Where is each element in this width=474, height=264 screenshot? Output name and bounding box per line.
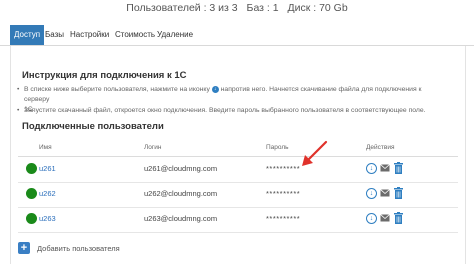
users-table-header: Имя Логин Пароль Действия bbox=[18, 142, 458, 157]
instructions-title: Инструкция для подключения к 1С bbox=[22, 70, 187, 81]
download-icon: ↓ bbox=[211, 85, 219, 93]
user-password: ********** bbox=[266, 189, 301, 198]
status-online-icon bbox=[26, 163, 37, 174]
user-password: ********** bbox=[266, 164, 301, 173]
status-online-icon bbox=[26, 213, 37, 224]
col-name: Имя bbox=[39, 144, 52, 151]
trash-icon bbox=[394, 212, 403, 224]
tab-bar: Доступ Базы Настройки Стоимость Удаление bbox=[0, 25, 474, 46]
delete-user-button[interactable] bbox=[394, 187, 405, 199]
add-user-label: Добавить пользователя bbox=[37, 244, 120, 253]
user-login: u261@cloudmng.com bbox=[144, 164, 218, 173]
envelope-icon bbox=[380, 164, 390, 172]
download-config-button[interactable]: ↓ bbox=[366, 162, 377, 174]
download-icon: ↓ bbox=[366, 213, 377, 224]
download-config-button[interactable]: ↓ bbox=[366, 212, 377, 224]
connected-users-title: Подключенные пользователи bbox=[22, 121, 164, 132]
user-name[interactable]: u262 bbox=[39, 189, 56, 198]
download-icon: ↓ bbox=[366, 163, 377, 174]
instruction-step-2: • Запустите скачанный файл, откроется ок… bbox=[17, 106, 464, 116]
bullet-dot: • bbox=[17, 86, 20, 93]
step1-text-a: В списке ниже выберите пользователя, наж… bbox=[24, 86, 210, 93]
user-login: u262@cloudmng.com bbox=[144, 189, 218, 198]
annotation-arrow-icon bbox=[302, 140, 328, 166]
status-online-icon bbox=[26, 188, 37, 199]
tab-settings[interactable]: Настройки bbox=[70, 25, 109, 45]
trash-icon bbox=[394, 162, 403, 174]
download-icon: ↓ bbox=[366, 188, 377, 199]
table-row: u261 u261@cloudmng.com ********** ↓ bbox=[18, 156, 458, 183]
send-email-button[interactable] bbox=[380, 212, 391, 224]
tab-access[interactable]: Доступ bbox=[10, 25, 45, 45]
download-config-button[interactable]: ↓ bbox=[366, 187, 377, 199]
tab-cost[interactable]: Стоимость bbox=[115, 25, 155, 45]
envelope-icon bbox=[380, 214, 390, 222]
delete-user-button[interactable] bbox=[394, 162, 405, 174]
user-name[interactable]: u261 bbox=[39, 164, 56, 173]
account-stats-bar: Пользователей : 3 из 3 Баз : 1 Диск : 70… bbox=[0, 0, 474, 22]
table-row: u262 u262@cloudmng.com ********** ↓ bbox=[18, 181, 458, 208]
tab-bases[interactable]: Базы bbox=[45, 25, 64, 45]
tab-deletion[interactable]: Удаление bbox=[157, 25, 193, 45]
col-login: Логин bbox=[144, 144, 162, 151]
user-password: ********** bbox=[266, 214, 301, 223]
bases-count: Баз : 1 bbox=[246, 2, 279, 14]
users-count: Пользователей : 3 из 3 bbox=[126, 2, 238, 14]
bullet-dot: • bbox=[17, 107, 20, 114]
plus-icon: + bbox=[18, 242, 30, 254]
disk-usage: Диск : 70 Gb bbox=[287, 2, 348, 14]
col-actions: Действия bbox=[366, 144, 395, 151]
user-name[interactable]: u263 bbox=[39, 214, 56, 223]
table-row: u263 u263@cloudmng.com ********** ↓ bbox=[18, 206, 458, 233]
user-login: u263@cloudmng.com bbox=[144, 214, 218, 223]
envelope-icon bbox=[380, 189, 390, 197]
col-password: Пароль bbox=[266, 144, 289, 151]
send-email-button[interactable] bbox=[380, 187, 391, 199]
delete-user-button[interactable] bbox=[394, 212, 405, 224]
send-email-button[interactable] bbox=[380, 162, 391, 174]
trash-icon bbox=[394, 187, 403, 199]
step2-text: Запустите скачанный файл, откроется окно… bbox=[24, 107, 426, 114]
